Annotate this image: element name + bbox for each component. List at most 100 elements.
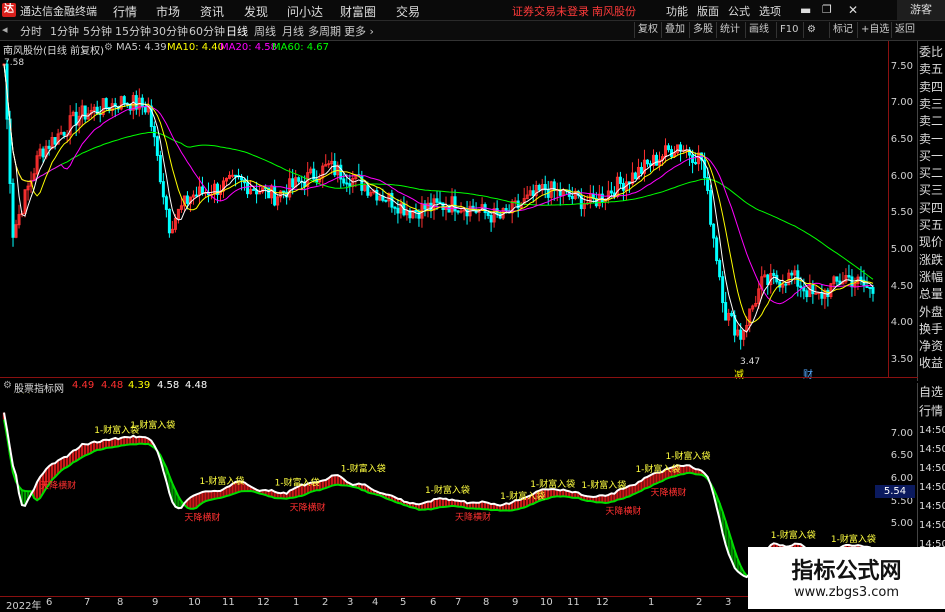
quote-field-label[interactable]: 卖五 [919, 62, 945, 77]
quote-field-label[interactable]: 卖一 [919, 132, 945, 147]
quote-field-label[interactable]: 涨幅 [919, 270, 945, 285]
menu-layout[interactable]: 版面 [697, 3, 719, 19]
candle-body [11, 182, 15, 238]
menu-market[interactable]: 市场 [156, 3, 180, 20]
buy-signal-label: 1-财富入袋 [635, 463, 680, 475]
price-plot [2, 60, 875, 350]
date-tick: 8 [117, 597, 124, 608]
stats-button[interactable]: 统计 [716, 22, 743, 38]
panel-divider [0, 377, 918, 378]
f10-button[interactable]: F10 [776, 22, 801, 38]
menu-trade[interactable]: 交易 [396, 3, 420, 20]
candle-body [639, 166, 643, 174]
candle-body [730, 312, 734, 317]
menu-news[interactable]: 资讯 [200, 3, 224, 20]
candle-body [104, 98, 108, 109]
candle-body [435, 198, 439, 203]
login-notice[interactable]: 证券交易未登录 [512, 3, 589, 19]
candle-body [62, 131, 66, 136]
quote-field-label[interactable]: 换手 [919, 322, 945, 337]
indicator-value: 4.49 [72, 380, 95, 391]
menu-formula[interactable]: 公式 [728, 3, 750, 19]
candle-body [609, 190, 613, 194]
menu-function[interactable]: 功能 [666, 3, 688, 19]
menu-quotes[interactable]: 行情 [113, 3, 137, 20]
quote-field-label[interactable]: 涨跌 [919, 253, 945, 268]
period-tab-5min[interactable]: 5分钟 [83, 23, 112, 39]
panel-tab[interactable]: 行情 [919, 404, 945, 419]
menu-options[interactable]: 选项 [759, 3, 781, 19]
period-tab-intraday[interactable]: 分时 [20, 23, 42, 39]
quote-field-label[interactable]: 净资 [919, 339, 945, 354]
quote-field-label[interactable]: 现价 [919, 235, 945, 250]
period-tab-monthly[interactable]: 月线 [282, 23, 304, 39]
candle-body [396, 207, 400, 214]
multi-stock-button[interactable]: 多股 [689, 22, 716, 38]
quote-field-label[interactable]: 卖三 [919, 97, 945, 112]
price-tick: 6.50 [890, 134, 913, 145]
period-tab-30min[interactable]: 30分钟 [152, 23, 188, 39]
menu-discover[interactable]: 发现 [244, 3, 268, 20]
period-tab-multi[interactable]: 多周期 [308, 23, 341, 39]
quote-field-label[interactable]: 买四 [919, 201, 945, 216]
quote-field-label[interactable]: 总量 [919, 287, 945, 302]
candle-body [140, 97, 144, 108]
candle-body [537, 184, 541, 191]
candle-body [486, 212, 490, 216]
settings-icon[interactable]: ⚙ [803, 22, 819, 38]
mark-button[interactable]: 标记 [829, 22, 856, 38]
quote-field-label[interactable]: 买一 [919, 149, 945, 164]
indicator-value: 4.48 [185, 380, 208, 391]
candle-body [667, 145, 671, 151]
adjust-button[interactable]: 复权 [634, 22, 661, 38]
candle-body [772, 273, 776, 276]
quote-field-label[interactable]: 外盘 [919, 305, 945, 320]
quote-field-label[interactable]: 卖四 [919, 80, 945, 95]
quote-field-label[interactable]: 收益 [919, 356, 945, 371]
indicator-settings-icon[interactable]: ⚙ [3, 380, 12, 391]
date-tick: 9 [152, 597, 159, 608]
kline-chart[interactable]: 南风股份(日线 前复权) ⚙ MA5: 4.39 MA10: 4.40 MA20… [0, 41, 889, 381]
toolbar-menu-icon[interactable]: ◂ [2, 23, 8, 36]
period-tab-15min[interactable]: 15分钟 [115, 23, 151, 39]
period-tab-weekly[interactable]: 周线 [254, 23, 276, 39]
candle-body [393, 206, 397, 209]
sell-signal-label: 天降横财 [40, 480, 76, 492]
close-icon[interactable]: ✕ [848, 3, 858, 17]
date-tick: 5 [400, 597, 407, 608]
trade-time: 14:50 [919, 425, 945, 436]
sell-signal-label: 天降横财 [290, 502, 326, 514]
stock-badge[interactable]: 南风股份 [592, 3, 636, 19]
quote-field-label[interactable]: 委比 [919, 45, 945, 60]
quote-field-label[interactable]: 卖二 [919, 114, 945, 129]
candle-body [234, 174, 238, 177]
back-button[interactable]: 返回 [891, 22, 918, 38]
buy-signal-label: 1-财富入袋 [199, 475, 244, 487]
candle-body [185, 195, 189, 204]
menu-ask[interactable]: 问小达 [287, 3, 323, 20]
candle-body [83, 105, 87, 120]
quote-field-label[interactable]: 买三 [919, 183, 945, 198]
app-logo-icon: 达 [2, 3, 16, 17]
candle-body [327, 163, 331, 166]
quote-field-label[interactable]: 买五 [919, 218, 945, 233]
candle-body [790, 272, 794, 276]
candle-body [456, 210, 460, 213]
buy-signal-label: 1-财富入袋 [4, 393, 49, 396]
add-watchlist-button[interactable]: +自选 [857, 22, 892, 38]
candle-body [570, 195, 574, 199]
quote-field-label[interactable]: 买二 [919, 166, 945, 181]
period-tab-daily[interactable]: 日线 [226, 23, 248, 39]
menu-wealth[interactable]: 财富圈 [340, 3, 376, 20]
restore-icon[interactable]: ❐ [822, 3, 832, 16]
minimize-icon[interactable]: ▬ [800, 3, 811, 17]
candle-body [654, 154, 658, 166]
candle-body [805, 290, 809, 298]
guest-button[interactable]: 游客 [897, 0, 945, 20]
panel-tab[interactable]: 自选 [919, 385, 945, 400]
period-tab-1min[interactable]: 1分钟 [50, 23, 79, 39]
period-tab-60min[interactable]: 60分钟 [189, 23, 225, 39]
overlay-button[interactable]: 叠加 [661, 22, 688, 38]
draw-line-button[interactable]: 画线 [745, 22, 772, 38]
more-periods-button[interactable]: 更多 › [344, 23, 374, 39]
